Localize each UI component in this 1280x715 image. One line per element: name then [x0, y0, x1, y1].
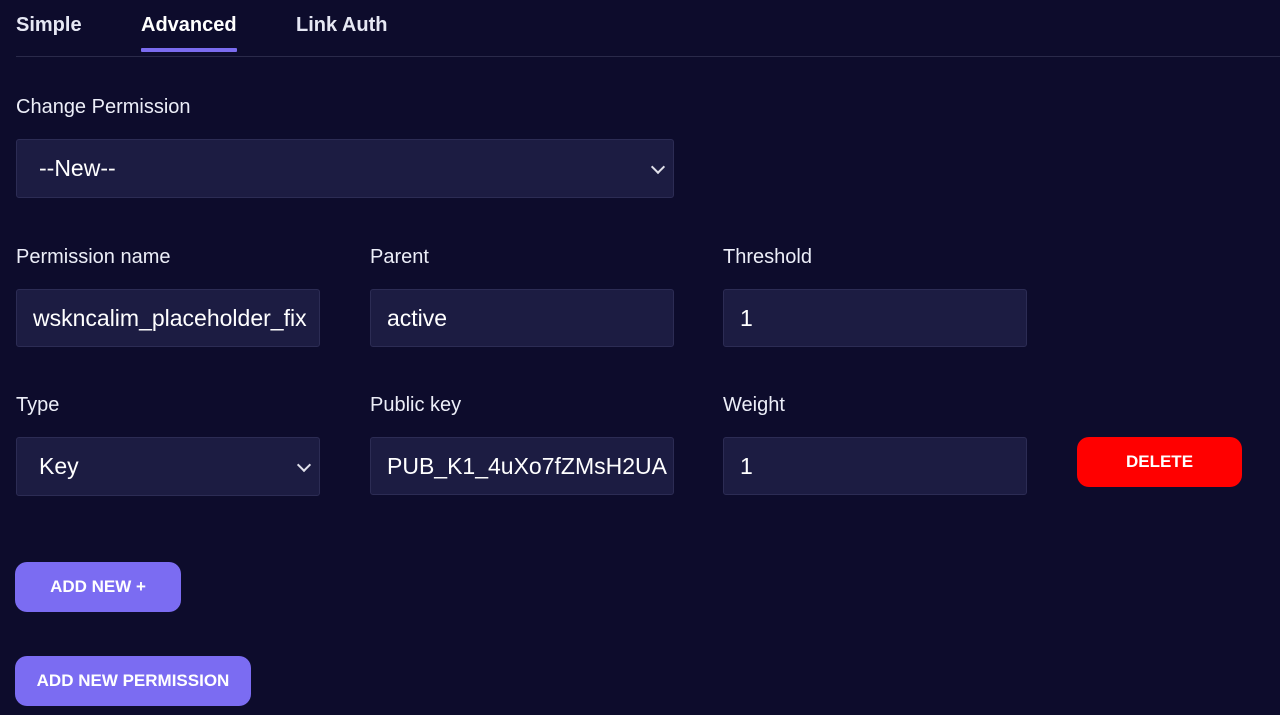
- weight-input[interactable]: 1: [723, 437, 1027, 495]
- tab-link-auth[interactable]: Link Auth: [296, 14, 387, 51]
- threshold-input[interactable]: 1: [723, 289, 1027, 347]
- add-new-permission-button[interactable]: ADD NEW PERMISSION: [15, 656, 251, 706]
- chevron-down-icon: [296, 457, 312, 472]
- threshold-label: Threshold: [723, 246, 812, 268]
- public-key-input[interactable]: PUB_K1_4uXo7fZMsH2UA: [370, 437, 674, 495]
- tab-advanced[interactable]: Advanced: [141, 14, 237, 52]
- parent-input[interactable]: active: [370, 289, 674, 347]
- type-value: Key: [39, 453, 79, 479]
- public-key-value: PUB_K1_4uXo7fZMsH2UA: [387, 452, 667, 479]
- change-permission-select[interactable]: --New--: [16, 139, 674, 198]
- tab-simple[interactable]: Simple: [16, 14, 82, 51]
- delete-button[interactable]: DELETE: [1077, 437, 1242, 487]
- public-key-label: Public key: [370, 394, 462, 416]
- permission-name-label: Permission name: [16, 246, 171, 268]
- type-label: Type: [16, 394, 60, 416]
- weight-value: 1: [740, 452, 753, 479]
- add-new-button[interactable]: ADD NEW +: [15, 562, 181, 612]
- parent-value: active: [387, 304, 448, 331]
- chevron-down-icon: [650, 159, 666, 174]
- change-permission-label: Change Permission: [16, 96, 191, 118]
- change-permission-value: --New--: [39, 155, 116, 181]
- tab-bar: Simple Advanced Link Auth: [16, 0, 1280, 57]
- permission-name-input[interactable]: wskncalim_placeholder_fix: [16, 289, 320, 347]
- parent-label: Parent: [370, 246, 429, 268]
- threshold-value: 1: [740, 304, 753, 331]
- permission-name-value: wskncalim_placeholder_fix: [33, 304, 307, 331]
- type-select[interactable]: Key: [16, 437, 320, 496]
- weight-label: Weight: [723, 394, 785, 416]
